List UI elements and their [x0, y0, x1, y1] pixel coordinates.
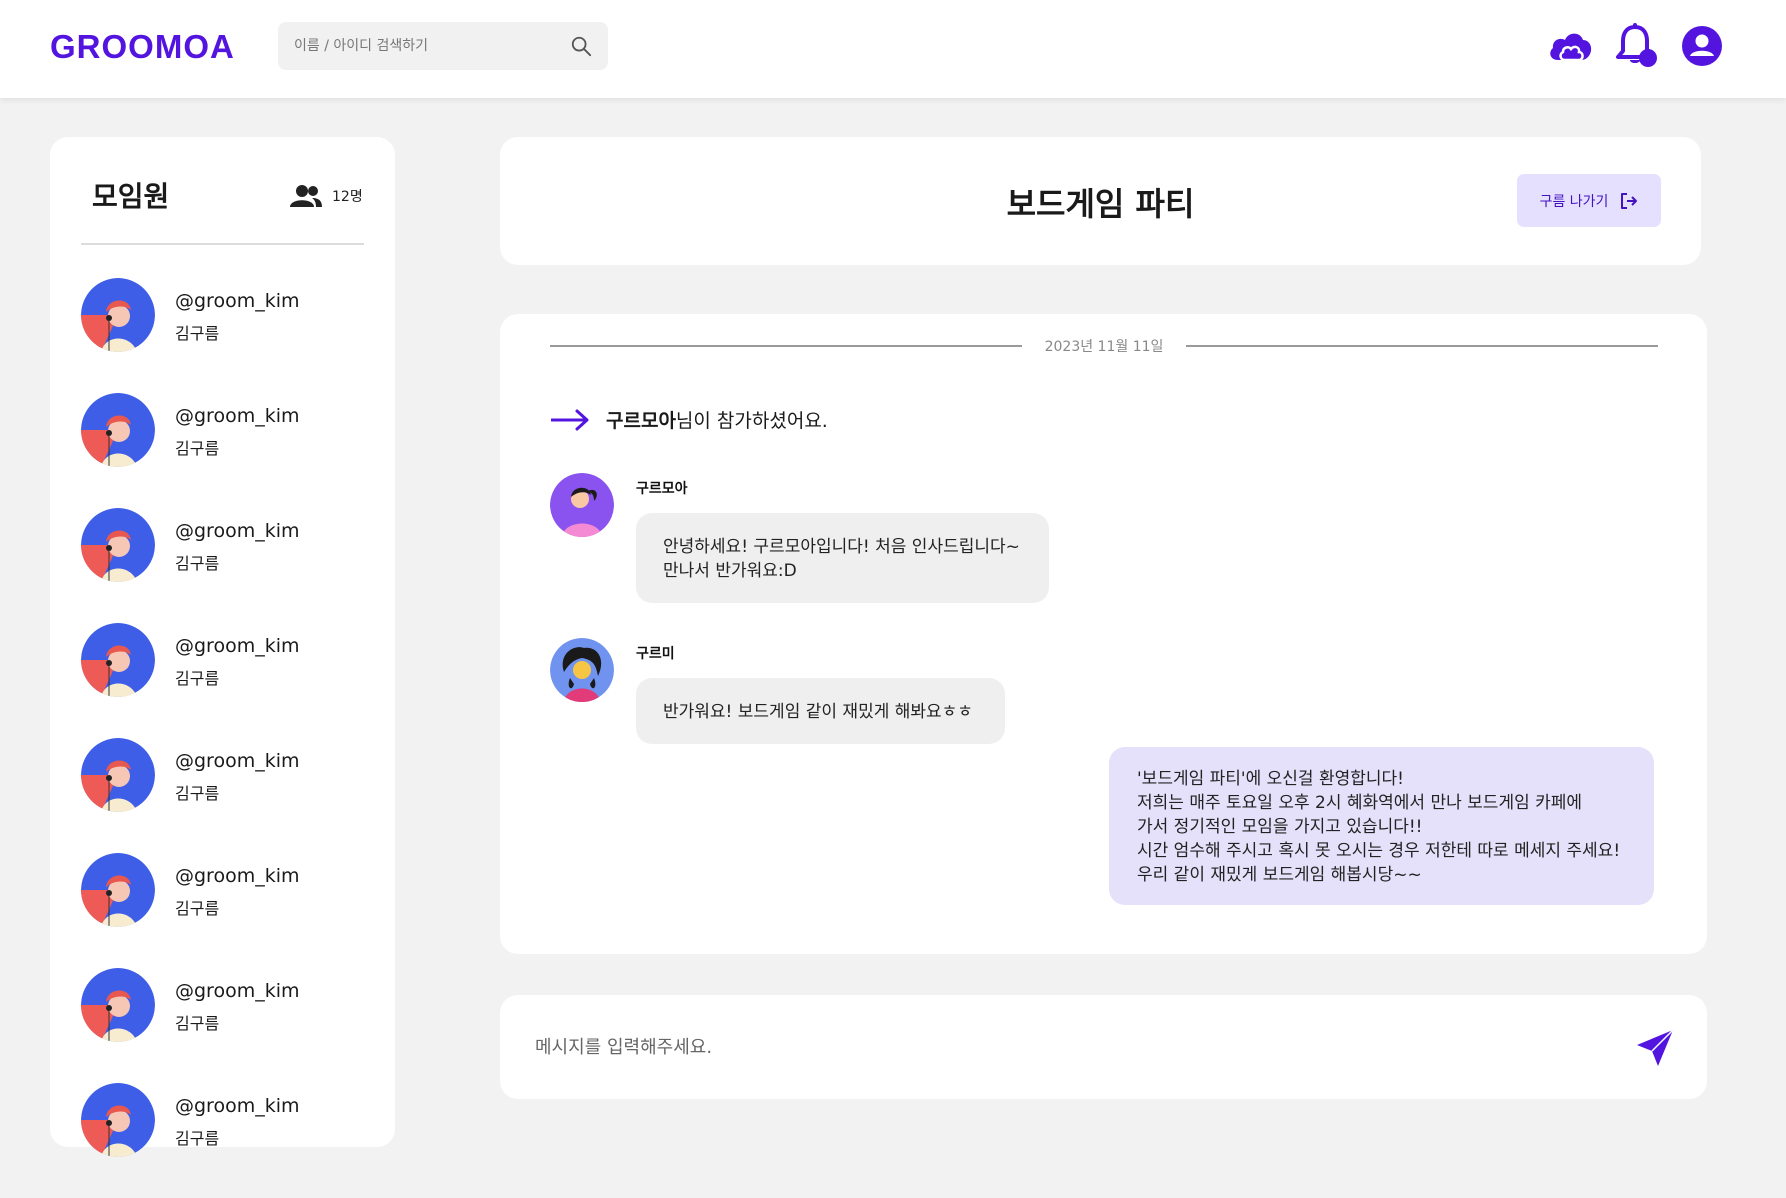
room-header: 보드게임 파티 구름 나가기: [500, 137, 1701, 265]
send-icon[interactable]: [1635, 1028, 1675, 1068]
member-item[interactable]: @groom_kim 김구름: [81, 278, 371, 393]
leave-room-button[interactable]: 구름 나가기: [1517, 174, 1661, 227]
member-item[interactable]: @groom_kim 김구름: [81, 1083, 371, 1198]
member-handle: @groom_kim: [175, 520, 300, 542]
sender-name: 구르모아: [636, 481, 688, 497]
member-item[interactable]: @groom_kim 김구름: [81, 738, 371, 853]
member-name: 김구름: [175, 324, 220, 343]
member-list: @groom_kim 김구름 @groom_kim 김구름 @groom_kim…: [81, 278, 371, 1198]
member-avatar: [81, 393, 155, 467]
own-message-bubble: '보드게임 파티'에 오신걸 환영합니다! 저희는 매주 토요일 오후 2시 혜…: [1109, 747, 1654, 905]
member-item[interactable]: @groom_kim 김구름: [81, 508, 371, 623]
member-name: 김구름: [175, 784, 220, 803]
leave-room-label: 구름 나가기: [1539, 193, 1609, 210]
search-icon[interactable]: [570, 35, 592, 57]
divider: [81, 243, 364, 245]
join-notice-text: 구르모아님이 참가하셨어요.: [606, 406, 828, 433]
logout-icon: [1621, 192, 1638, 209]
member-item[interactable]: @groom_kim 김구름: [81, 623, 371, 738]
member-name: 김구름: [175, 899, 220, 918]
member-avatar: [81, 738, 155, 812]
member-name: 김구름: [175, 1129, 220, 1148]
member-avatar: [81, 968, 155, 1042]
sender-avatar[interactable]: [550, 638, 614, 702]
cloud-icon[interactable]: [1546, 26, 1594, 66]
member-avatar: [81, 623, 155, 697]
arrow-right-icon: [551, 409, 589, 430]
member-item[interactable]: @groom_kim 김구름: [81, 968, 371, 1083]
member-handle: @groom_kim: [175, 980, 300, 1002]
message-composer: [500, 995, 1707, 1099]
chat-panel: 2023년 11월 11일 구르모아님이 참가하셨어요. 구르모아 안녕하세요!…: [500, 314, 1707, 954]
member-handle: @groom_kim: [175, 290, 300, 312]
member-avatar: [81, 853, 155, 927]
sender-avatar[interactable]: [550, 473, 614, 537]
people-icon: [290, 185, 322, 207]
member-name: 김구름: [175, 1014, 220, 1033]
sender-name: 구르미: [636, 646, 675, 662]
message-input[interactable]: [535, 1025, 1585, 1069]
search-input[interactable]: [294, 22, 554, 70]
member-avatar: [81, 278, 155, 352]
member-handle: @groom_kim: [175, 865, 300, 887]
member-count: 12명: [290, 181, 363, 211]
member-name: 김구름: [175, 669, 220, 688]
member-handle: @groom_kim: [175, 1095, 300, 1117]
bell-icon[interactable]: [1614, 22, 1660, 70]
member-handle: @groom_kim: [175, 750, 300, 772]
member-name: 김구름: [175, 554, 220, 573]
logo[interactable]: GROOMOA: [50, 28, 235, 66]
members-sidebar: 모임원 12명 @groom_kim 김구름 @groom_kim 김구름 @g…: [50, 137, 395, 1157]
message-bubble: 반가워요! 보드게임 같이 재밌게 해봐요ㅎㅎ: [636, 678, 1005, 744]
member-avatar: [81, 508, 155, 582]
top-bar: GROOMOA: [0, 0, 1786, 98]
notification-dot: [1639, 49, 1657, 67]
member-handle: @groom_kim: [175, 405, 300, 427]
search-box[interactable]: [278, 22, 608, 70]
join-notice-user: 구르모아: [606, 410, 676, 432]
member-item[interactable]: @groom_kim 김구름: [81, 853, 371, 968]
sidebar-title: 모임원: [92, 180, 170, 213]
join-notice: 구르모아님이 참가하셨어요.: [550, 406, 828, 433]
member-count-label: 12명: [332, 189, 363, 205]
member-item[interactable]: @groom_kim 김구름: [81, 393, 371, 508]
member-avatar: [81, 1083, 155, 1157]
date-divider-line: [1186, 345, 1658, 347]
date-divider-line: [550, 345, 1022, 347]
member-name: 김구름: [175, 439, 220, 458]
join-notice-message: 님이 참가하셨어요.: [675, 410, 828, 432]
member-handle: @groom_kim: [175, 635, 300, 657]
profile-icon[interactable]: [1681, 25, 1723, 67]
date-label: 2023년 11월 11일: [1044, 339, 1164, 355]
message-bubble: 안녕하세요! 구르모아입니다! 처음 인사드립니다~ 만나서 반가워요:D: [636, 513, 1049, 603]
